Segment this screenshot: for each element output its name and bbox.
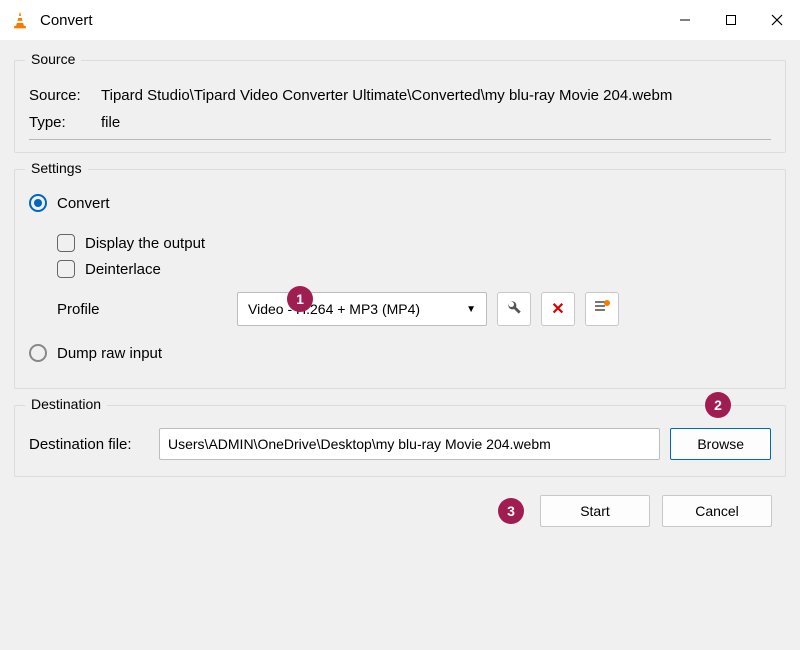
deinterlace-label: Deinterlace: [85, 261, 161, 278]
profile-label: Profile: [57, 301, 227, 318]
window-controls: [662, 0, 800, 40]
source-group-label: Source: [25, 51, 81, 67]
annotation-badge-3: 3: [498, 498, 524, 524]
type-row: Type: file: [29, 112, 771, 133]
deinterlace-checkbox[interactable]: [57, 260, 75, 278]
source-value: Tipard Studio\Tipard Video Converter Ult…: [97, 85, 771, 106]
source-group: Source Source: Tipard Studio\Tipard Vide…: [14, 60, 786, 153]
type-value: file: [97, 112, 771, 133]
cancel-button[interactable]: Cancel: [662, 495, 772, 527]
edit-profile-button[interactable]: [497, 292, 531, 326]
browse-button[interactable]: Browse: [670, 428, 771, 460]
type-label: Type:: [29, 114, 97, 131]
new-profile-button[interactable]: [585, 292, 619, 326]
display-output-row[interactable]: Display the output: [57, 234, 771, 252]
window-title: Convert: [40, 12, 662, 29]
annotation-badge-2: 2: [705, 392, 731, 418]
destination-row: Destination file: Users\ADMIN\OneDrive\D…: [29, 428, 771, 460]
source-label: Source:: [29, 87, 97, 104]
convert-radio-label: Convert: [57, 195, 110, 212]
profile-row: Profile 1 Video - H.264 + MP3 (MP4) ▼ ✕: [57, 292, 771, 326]
display-output-label: Display the output: [85, 235, 205, 252]
deinterlace-row[interactable]: Deinterlace: [57, 260, 771, 278]
profile-selected: Video - H.264 + MP3 (MP4): [248, 301, 420, 317]
source-divider: [29, 139, 771, 140]
delete-profile-button[interactable]: ✕: [541, 292, 575, 326]
list-new-icon: [594, 299, 610, 319]
dump-radio[interactable]: [29, 344, 47, 362]
dialog-footer: 3 Start Cancel: [14, 485, 786, 541]
destination-group: Destination 2 Destination file: Users\AD…: [14, 405, 786, 477]
browse-button-label: Browse: [697, 436, 744, 452]
display-output-checkbox[interactable]: [57, 234, 75, 252]
close-button[interactable]: [754, 0, 800, 40]
minimize-button[interactable]: [662, 0, 708, 40]
convert-window: Convert Source Source: Tipard Studio\Tip…: [0, 0, 800, 650]
destination-file-label: Destination file:: [29, 436, 149, 453]
source-row: Source: Tipard Studio\Tipard Video Conve…: [29, 85, 771, 106]
start-button-label: Start: [580, 503, 610, 519]
destination-file-value: Users\ADMIN\OneDrive\Desktop\my blu-ray …: [168, 436, 551, 452]
wrench-icon: [506, 299, 522, 319]
x-icon: ✕: [551, 299, 564, 319]
settings-group-label: Settings: [25, 160, 88, 176]
dialog-content: Source Source: Tipard Studio\Tipard Vide…: [0, 40, 800, 650]
maximize-button[interactable]: [708, 0, 754, 40]
titlebar: Convert: [0, 0, 800, 40]
dump-radio-label: Dump raw input: [57, 345, 162, 362]
convert-radio[interactable]: [29, 194, 47, 212]
destination-group-label: Destination: [25, 396, 107, 412]
dump-radio-row[interactable]: Dump raw input: [29, 344, 771, 362]
vlc-cone-icon: [10, 10, 30, 30]
start-button[interactable]: Start: [540, 495, 650, 527]
annotation-badge-1: 1: [287, 286, 313, 312]
cancel-button-label: Cancel: [695, 503, 739, 519]
chevron-down-icon: ▼: [466, 304, 476, 315]
destination-file-input[interactable]: Users\ADMIN\OneDrive\Desktop\my blu-ray …: [159, 428, 660, 460]
convert-radio-row[interactable]: Convert: [29, 194, 771, 212]
settings-group: Settings Convert Display the output Dein…: [14, 169, 786, 389]
profile-dropdown[interactable]: Video - H.264 + MP3 (MP4) ▼: [237, 292, 487, 326]
